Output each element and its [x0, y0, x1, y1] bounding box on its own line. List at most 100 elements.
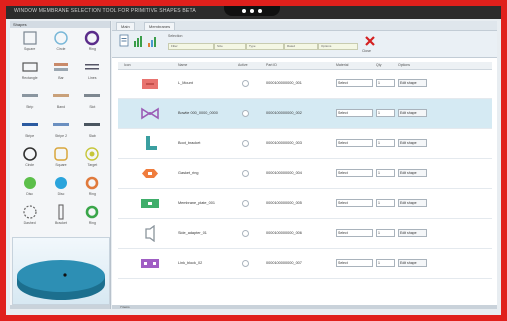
bar-icon	[53, 63, 68, 71]
shape-item-slab[interactable]: Slab	[77, 117, 108, 142]
purple-bowtie-icon	[141, 107, 159, 120]
qty-select[interactable]: 1	[376, 259, 395, 267]
shape-item-square[interactable]: Square	[14, 30, 45, 55]
document-icon[interactable]	[118, 34, 130, 48]
stats-icon[interactable]	[146, 34, 158, 48]
table-row[interactable]: Link_block_02 0000100000000_007 Select 1…	[118, 249, 492, 279]
active-radio[interactable]	[242, 200, 249, 207]
strip-icon	[21, 94, 38, 97]
3d-preview-viewport[interactable]	[12, 237, 110, 305]
disc-3d-preview-icon	[13, 238, 109, 304]
ribbon-field-options[interactable]: Options	[318, 43, 358, 50]
material-select[interactable]: Select	[336, 199, 373, 207]
col-name[interactable]: Name	[178, 63, 187, 67]
circle-outline-icon	[22, 147, 37, 161]
purple-link-icon	[141, 259, 159, 268]
material-select[interactable]: Select	[336, 259, 373, 267]
table-row[interactable]: L_Mount 0000100000000_001 Select 1 Edit …	[118, 69, 492, 99]
stripe-2-icon	[52, 123, 69, 126]
edit-shape-button[interactable]: Edit shape	[398, 229, 427, 237]
lines-icon	[85, 64, 100, 70]
table-row[interactable]: Gasket_ring 0000100000000_004 Select 1 E…	[118, 159, 492, 189]
edit-shape-button[interactable]: Edit shape	[398, 109, 427, 117]
active-radio[interactable]	[242, 230, 249, 237]
table-body: L_Mount 0000100000000_001 Select 1 Edit …	[118, 69, 492, 279]
green-disc-icon	[23, 177, 36, 189]
col-material[interactable]: Material	[336, 63, 348, 67]
shape-item-circle-2[interactable]: Circle	[14, 146, 45, 171]
shape-item-green-ring[interactable]: Ring	[77, 204, 108, 229]
material-select[interactable]: Select	[336, 109, 373, 117]
table-row[interactable]: Side_adapter_01 0000100000000_006 Select…	[118, 219, 492, 249]
ribbon-group-label: Selection	[168, 34, 183, 38]
edit-shape-button[interactable]: Edit shape	[398, 139, 427, 147]
edit-shape-button[interactable]: Edit shape	[398, 259, 427, 267]
edit-shape-button[interactable]: Edit shape	[398, 79, 427, 87]
ribbon-field-size[interactable]: Size	[214, 43, 246, 50]
shape-item-bar[interactable]: Bar	[45, 59, 76, 84]
active-radio[interactable]	[242, 110, 249, 117]
col-part-id[interactable]: Part ID	[266, 63, 277, 67]
qty-select[interactable]: 1	[376, 79, 395, 87]
ribbon-field-type[interactable]: Type	[246, 43, 284, 50]
col-icon[interactable]: Icon	[124, 63, 131, 67]
shape-item-rounded-square[interactable]: Square	[45, 146, 76, 171]
active-radio[interactable]	[242, 80, 249, 87]
qty-select[interactable]: 1	[376, 169, 395, 177]
teal-boot-icon	[146, 136, 157, 150]
table-row-selected[interactable]: Bowtie 000_0000_0000 0000100000000_002 S…	[118, 99, 492, 129]
shape-item-rectangle[interactable]: Rectangle	[14, 59, 45, 84]
bracket-icon	[58, 204, 64, 220]
material-select[interactable]: Select	[336, 79, 373, 87]
window-title: WINDOW MEMBRANE SELECTION TOOL FOR PRIMI…	[14, 8, 196, 14]
tab-membranes[interactable]: Membranes	[144, 22, 176, 30]
shape-item-circle[interactable]: Circle	[45, 30, 76, 55]
qty-select[interactable]: 1	[376, 199, 395, 207]
ribbon-field-rated[interactable]: Rated	[284, 43, 318, 50]
gray-adapter-icon	[145, 225, 155, 242]
tab-main[interactable]: Main	[116, 22, 135, 30]
tab-bar: Main Membranes	[112, 21, 497, 31]
target-icon	[85, 147, 100, 161]
qty-select[interactable]: 1	[376, 139, 395, 147]
shape-item-orange-ring[interactable]: Ring	[77, 175, 108, 200]
shape-item-slot[interactable]: Slot	[77, 88, 108, 113]
close-icon[interactable]	[364, 35, 376, 47]
active-radio[interactable]	[242, 140, 249, 147]
shape-item-stripe[interactable]: Stripe	[14, 117, 45, 142]
active-radio[interactable]	[242, 260, 249, 267]
shape-item-blue-disc[interactable]: Disc	[45, 175, 76, 200]
qty-select[interactable]: 1	[376, 229, 395, 237]
col-active[interactable]: Active	[238, 63, 248, 67]
shape-item-green-disc[interactable]: Disc	[14, 175, 45, 200]
shape-item-strip[interactable]: Strip	[14, 88, 45, 113]
shape-item-dashed-circle[interactable]: Dashed	[14, 204, 45, 229]
material-select[interactable]: Select	[336, 169, 373, 177]
shape-item-target[interactable]: Target	[77, 146, 108, 171]
ribbon-field-filter[interactable]: Filter	[168, 43, 214, 50]
material-select[interactable]: Select	[336, 229, 373, 237]
band-icon	[52, 94, 69, 97]
shape-item-ring[interactable]: Ring	[77, 30, 108, 55]
shape-panel-header: Shapes	[10, 21, 110, 28]
shape-panel: Shapes Square Circle Ring Rectangle Bar	[10, 21, 111, 309]
green-plate-icon	[141, 199, 159, 208]
table-row[interactable]: Membrane_plate_001 0000100000000_005 Sel…	[118, 189, 492, 219]
material-select[interactable]: Select	[336, 139, 373, 147]
qty-select[interactable]: 1	[376, 109, 395, 117]
col-qty[interactable]: Qty	[376, 63, 381, 67]
edit-shape-button[interactable]: Edit shape	[398, 169, 427, 177]
active-radio[interactable]	[242, 170, 249, 177]
shape-item-lines[interactable]: Lines	[77, 59, 108, 84]
col-options[interactable]: Options	[398, 63, 410, 67]
bar-chart-icon[interactable]	[132, 34, 144, 48]
shape-item-bracket[interactable]: Bracket	[45, 204, 76, 229]
edit-shape-button[interactable]: Edit shape	[398, 199, 427, 207]
app-window: WINDOW MEMBRANE SELECTION TOOL FOR PRIMI…	[0, 0, 507, 321]
table-row[interactable]: Boot_bracket 0000100000000_003 Select 1 …	[118, 129, 492, 159]
square-outline-icon	[23, 31, 37, 45]
shape-item-stripe-2[interactable]: Stripe 2	[45, 117, 76, 142]
stripe-icon	[21, 123, 38, 126]
shape-item-band[interactable]: Band	[45, 88, 76, 113]
orange-gasket-icon	[142, 169, 158, 178]
